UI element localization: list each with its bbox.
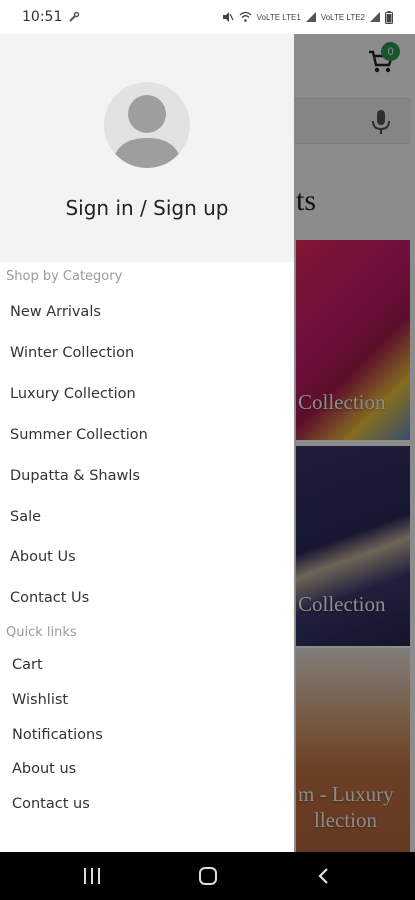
menu-item-about-us[interactable]: About Us	[10, 549, 76, 565]
quick-link-cart[interactable]: Cart	[12, 657, 43, 673]
sign-in-link[interactable]: Sign in / Sign up	[0, 196, 294, 220]
wifi-icon	[239, 11, 252, 22]
menu-item-new-arrivals[interactable]: New Arrivals	[10, 304, 101, 320]
home-icon[interactable]	[197, 866, 219, 886]
carrier-1: VoLTE LTE1	[256, 12, 301, 22]
menu-item-luxury-collection[interactable]: Luxury Collection	[10, 386, 136, 402]
avatar-icon[interactable]	[104, 82, 190, 168]
quick-link-notifications[interactable]: Notifications	[12, 727, 103, 743]
recents-icon[interactable]	[81, 866, 103, 886]
signal-icon-2	[370, 12, 380, 22]
shop-by-category-heading: Shop by Category	[6, 269, 123, 284]
wrench-icon	[69, 11, 80, 22]
quick-links-heading: Quick links	[6, 625, 77, 640]
status-time: 10:51	[22, 9, 63, 25]
menu-item-contact-us[interactable]: Contact Us	[10, 590, 89, 606]
menu-item-dupatta-shawls[interactable]: Dupatta & Shawls	[10, 468, 140, 484]
menu-item-winter-collection[interactable]: Winter Collection	[10, 345, 134, 361]
navigation-drawer: Sign in / Sign up Shop by Category New A…	[0, 34, 294, 852]
quick-link-about-us[interactable]: About us	[12, 761, 76, 777]
menu-item-sale[interactable]: Sale	[10, 509, 41, 525]
menu-item-summer-collection[interactable]: Summer Collection	[10, 427, 148, 443]
quick-link-wishlist[interactable]: Wishlist	[12, 692, 68, 708]
drawer-header: Sign in / Sign up	[0, 34, 294, 262]
quick-link-contact-us[interactable]: Contact us	[12, 796, 90, 812]
back-icon[interactable]	[313, 866, 335, 886]
battery-icon	[385, 10, 393, 24]
mute-icon	[222, 12, 234, 22]
status-bar: 10:51 VoLTE LTE1 VoLTE LTE2	[0, 0, 415, 34]
carrier-2: VoLTE LTE2	[320, 12, 365, 22]
system-navigation-bar	[0, 852, 415, 900]
signal-icon	[305, 12, 316, 22]
